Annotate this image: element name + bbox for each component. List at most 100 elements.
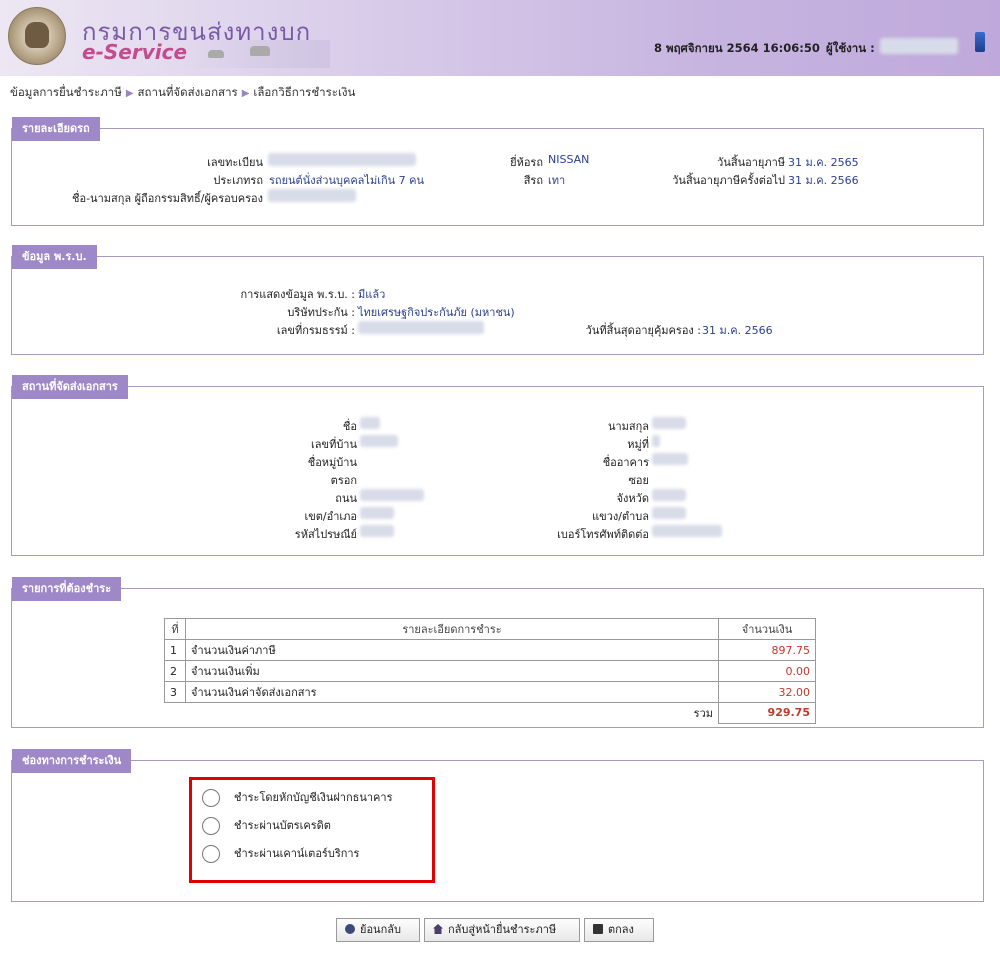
- row-description: จำนวนเงินค่าจัดส่งเอกสาร: [185, 681, 719, 703]
- last-name-label: นามสกุล: [607, 420, 649, 433]
- panel-title: รายการที่ต้องชำระ: [12, 577, 122, 601]
- table-row: 3 จำนวนเงินค่าจัดส่งเอกสาร 32.00: [164, 681, 816, 703]
- row-number: 3: [164, 681, 186, 703]
- province-label: จังหวัด: [616, 492, 649, 505]
- brand-value: NISSAN: [548, 153, 590, 166]
- redacted-value: [652, 507, 686, 519]
- redacted-value: [360, 435, 398, 447]
- payment-channel-panel: ช่องทางการชำระเงิน: [11, 749, 984, 902]
- insurance-show-label: การแสดงข้อมูล พ.ร.บ. :: [240, 288, 355, 301]
- save-icon: [593, 924, 603, 934]
- building-label: ชื่ออาคาร: [602, 456, 649, 469]
- house-no-label: เลขที่บ้าน: [311, 438, 357, 451]
- payment-items-panel: รายการที่ต้องชำระ ที่ รายละเอียดการชำระ …: [11, 577, 984, 728]
- row-description: จำนวนเงินค่าภาษี: [185, 639, 719, 661]
- policy-number-label: เลขที่กรมธรรม์ :: [276, 324, 355, 337]
- insurance-show-value: มีแล้ว: [358, 288, 386, 301]
- coverage-end-label: วันที่สิ้นสุดอายุคุ้มครอง :: [585, 324, 701, 337]
- panel-title: สถานที่จัดส่งเอกสาร: [12, 375, 128, 399]
- column-header: ที่: [164, 618, 186, 640]
- redacted-value: [652, 525, 722, 537]
- redacted-value: [652, 453, 688, 465]
- breadcrumb-arrow-icon: ▶: [241, 88, 250, 99]
- postcode-label: รหัสไปรษณีย์: [294, 528, 357, 541]
- subdistrict-label: แขวง/ตำบล: [592, 510, 649, 523]
- next-tax-expire-label: วันสิ้นอายุภาษีครั้งต่อไป: [672, 174, 785, 187]
- delivery-address-panel: สถานที่จัดส่งเอกสาร ชื่อ เลขที่บ้าน ชื่อ…: [11, 375, 984, 556]
- first-name-label: ชื่อ: [342, 420, 357, 433]
- row-amount: 32.00: [718, 681, 816, 703]
- village-label: ชื่อหมู่บ้าน: [307, 456, 357, 469]
- page-header: กรมการขนส่งทางบก e-Service 8 พฤศจิกายน 2…: [0, 0, 1000, 76]
- back-icon: [345, 924, 355, 934]
- redacted-value: [360, 417, 380, 429]
- table-row: 2 จำนวนเงินเพิ่ม 0.00: [164, 660, 816, 682]
- redacted-value: [360, 525, 394, 537]
- vehicle-type-value: รถยนต์นั่งส่วนบุคคลไม่เกิน 7 คน: [269, 174, 425, 187]
- table-row: 1 จำนวนเงินค่าภาษี 897.75: [164, 639, 816, 661]
- panel-title: ช่องทางการชำระเงิน: [12, 749, 132, 773]
- plate-label: เลขทะเบียน: [207, 156, 263, 169]
- coverage-end-value: 31 ม.ค. 2566: [702, 324, 773, 337]
- username-redacted: [880, 38, 958, 54]
- dlt-logo: [8, 7, 66, 65]
- car-icon: [208, 50, 224, 58]
- color-label: สีรถ: [523, 174, 543, 187]
- soi-label: ซอย: [628, 474, 649, 487]
- home-icon: [433, 924, 443, 934]
- alley-label: ตรอก: [330, 474, 357, 487]
- insurance-company-label: บริษัทประกัน :: [287, 306, 355, 319]
- redacted-value: [652, 417, 686, 429]
- back-button[interactable]: ย้อนกลับ: [336, 918, 420, 942]
- header-datetime: 8 พฤศจิกายน 2564 16:06:50: [654, 41, 820, 55]
- highlight-box: [189, 777, 435, 883]
- row-number: 1: [164, 639, 186, 661]
- panel-title: ข้อมูล พ.ร.บ.: [12, 245, 97, 269]
- payment-items-table: ที่ รายละเอียดการชำระ จำนวนเงิน 1 จำนวนเ…: [164, 618, 816, 724]
- row-amount: 897.75: [718, 639, 816, 661]
- road-label: ถนน: [335, 492, 357, 505]
- car-icon: [250, 46, 270, 56]
- redacted-value: [652, 489, 686, 501]
- moo-label: หมู่ที่: [627, 438, 649, 451]
- row-amount: 0.00: [718, 660, 816, 682]
- brand-title-en: e-Service: [82, 40, 188, 64]
- header-user-label: ผู้ใช้งาน :: [826, 41, 875, 55]
- plate-value-redacted: [268, 153, 416, 166]
- redacted-value: [652, 435, 660, 447]
- vehicle-details-panel: รายละเอียดรถ เลขทะเบียน ประเภทรถ รถยนต์น…: [11, 117, 984, 226]
- breadcrumb-item[interactable]: สถานที่จัดส่งเอกสาร: [138, 85, 238, 99]
- column-header: จำนวนเงิน: [718, 618, 816, 640]
- back-button-label: ย้อนกลับ: [360, 923, 401, 936]
- breadcrumb-item[interactable]: ข้อมูลการยื่นชำระภาษี: [10, 85, 122, 99]
- owner-value-redacted: [268, 189, 356, 202]
- row-number: 2: [164, 660, 186, 682]
- vehicle-type-label: ประเภทรถ: [213, 174, 263, 187]
- home-button-label: กลับสู่หน้ายื่นชำระภาษี: [448, 923, 557, 936]
- total-row: รวม 929.75: [165, 702, 816, 724]
- total-amount: 929.75: [718, 702, 816, 724]
- breadcrumb: ข้อมูลการยื่นชำระภาษี ▶ สถานที่จัดส่งเอกสา…: [10, 84, 355, 102]
- next-tax-expire-value: 31 ม.ค. 2566: [788, 174, 859, 187]
- tax-expire-label: วันสิ้นอายุภาษี: [717, 156, 785, 169]
- mobile-icon[interactable]: [975, 32, 985, 52]
- panel-title: รายละเอียดรถ: [12, 117, 100, 141]
- tax-expire-value: 31 ม.ค. 2565: [788, 156, 859, 169]
- redacted-value: [360, 507, 394, 519]
- row-description: จำนวนเงินเพิ่ม: [185, 660, 719, 682]
- color-value: เทา: [548, 174, 566, 187]
- table-header-row: ที่ รายละเอียดการชำระ จำนวนเงิน: [164, 618, 816, 640]
- owner-label: ชื่อ-นามสกุล ผู้ถือกรรมสิทธิ์/ผู้ครอบครอ…: [72, 192, 263, 205]
- phone-label: เบอร์โทรศัพท์ติดต่อ: [557, 528, 649, 541]
- total-label: รวม: [693, 707, 713, 720]
- ok-button[interactable]: ตกลง: [584, 918, 654, 942]
- insurance-company-value: ไทยเศรษฐกิจประกันภัย (มหาชน): [358, 306, 515, 319]
- breadcrumb-item: เลือกวิธีการชำระเงิน: [253, 85, 356, 99]
- ok-button-label: ตกลง: [608, 923, 634, 936]
- breadcrumb-arrow-icon: ▶: [125, 88, 134, 99]
- redacted-value: [360, 489, 424, 501]
- policy-number-redacted: [358, 321, 484, 334]
- home-button[interactable]: กลับสู่หน้ายื่นชำระภาษี: [424, 918, 580, 942]
- brand-label: ยี่ห้อรถ: [510, 156, 543, 169]
- insurance-panel: ข้อมูล พ.ร.บ. การแสดงข้อมูล พ.ร.บ. : มีแ…: [11, 245, 984, 355]
